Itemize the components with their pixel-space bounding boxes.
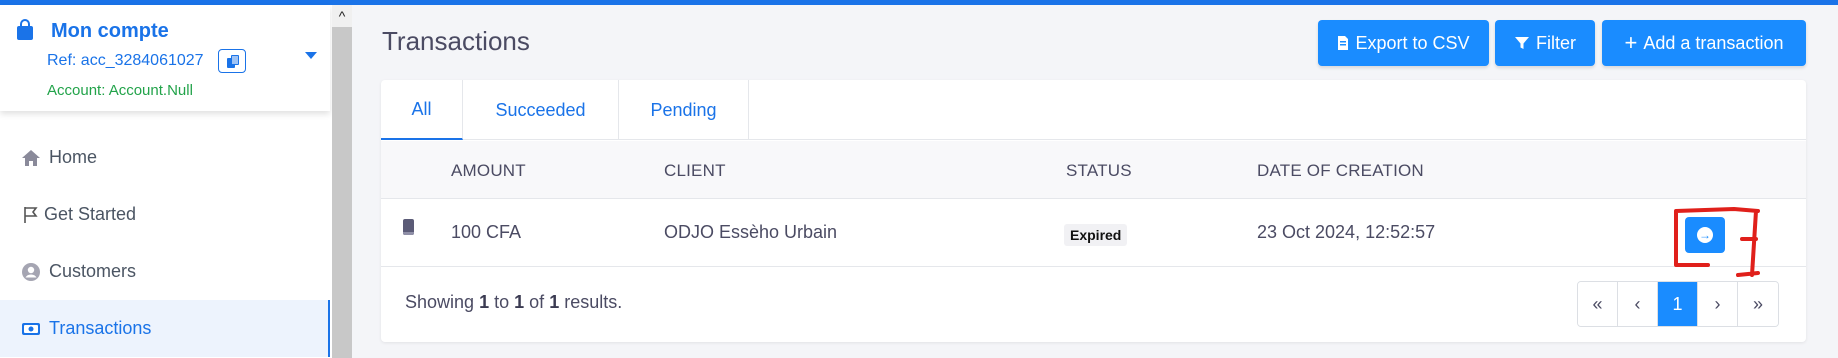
column-header-amount: AMOUNT — [451, 161, 526, 180]
add-transaction-button[interactable]: + Add a transaction — [1602, 20, 1806, 66]
sidebar-item-label: Home — [49, 147, 98, 167]
copy-ref-button[interactable] — [218, 49, 246, 73]
sidebar-item-label: Customers — [49, 261, 137, 281]
page-current-button[interactable]: 1 — [1658, 282, 1698, 326]
cell-date: 23 Oct 2024, 12:52:57 — [1257, 222, 1436, 242]
plus-icon: + — [1624, 30, 1638, 55]
user-icon — [20, 261, 42, 283]
file-icon — [1338, 36, 1349, 50]
flag-icon — [20, 204, 42, 226]
home-icon — [20, 147, 42, 169]
page-title: Transactions — [382, 26, 530, 56]
account-title: Mon compte — [51, 20, 169, 42]
sidebar: Mon compte Ref: acc_3284061027 Account: … — [0, 5, 332, 358]
cell-client: ODJO Essèho Urbain — [664, 222, 838, 242]
red-annotation-mark — [1674, 207, 1760, 277]
filter-icon — [1515, 37, 1529, 49]
sidebar-scrollbar[interactable] — [332, 5, 352, 358]
money-icon — [20, 318, 42, 340]
sidebar-item-transactions[interactable]: Transactions — [0, 300, 330, 357]
sidebar-item-label: Transactions — [49, 318, 152, 338]
tab-pending[interactable]: Pending — [619, 80, 749, 140]
transactions-card: All Succeeded Pending AMOUNT CLIENT STAT… — [381, 80, 1806, 342]
sidebar-item-home[interactable]: Home — [0, 129, 330, 186]
account-ref: Ref: acc_3284061027 — [47, 52, 204, 69]
scroll-up-arrow-icon[interactable]: ^ — [332, 5, 352, 27]
tabs-bar: All Succeeded Pending — [381, 80, 1806, 140]
account-status: Account: Account.Null — [47, 82, 193, 99]
page-next-button[interactable]: › — [1698, 282, 1738, 326]
export-label: Export to CSV — [1355, 32, 1470, 53]
table-row[interactable]: 100 CFA ODJO Essèho Urbain Expired 23 Oc… — [381, 200, 1806, 267]
sidebar-item-label: Get Started — [44, 204, 137, 224]
add-transaction-label: Add a transaction — [1643, 32, 1784, 53]
filter-button[interactable]: Filter — [1495, 20, 1595, 66]
column-header-client: CLIENT — [664, 161, 726, 180]
pagination: « ‹ 1 › » — [1577, 281, 1779, 327]
column-header-status: STATUS — [1066, 161, 1132, 180]
filter-label: Filter — [1536, 32, 1576, 53]
table-header: AMOUNT CLIENT STATUS DATE OF CREATION — [381, 141, 1806, 199]
status-badge: Expired — [1064, 224, 1128, 246]
account-switcher[interactable]: Mon compte Ref: acc_3284061027 Account: … — [0, 5, 330, 111]
cell-amount: 100 CFA — [451, 222, 522, 242]
column-header-date: DATE OF CREATION — [1257, 161, 1424, 180]
sidebar-item-customers[interactable]: Customers — [0, 243, 330, 300]
page-first-button[interactable]: « — [1578, 282, 1618, 326]
chevron-down-icon[interactable] — [305, 52, 317, 59]
results-summary: Showing 1 to 1 of 1 results. — [405, 292, 623, 312]
export-csv-button[interactable]: Export to CSV — [1318, 20, 1489, 66]
tab-all[interactable]: All — [381, 80, 463, 140]
sidebar-item-get-started[interactable]: Get Started — [0, 186, 330, 243]
phone-icon — [403, 219, 414, 235]
shopping-bag-icon — [17, 19, 33, 40]
page-prev-button[interactable]: ‹ — [1618, 282, 1658, 326]
tab-succeeded[interactable]: Succeeded — [463, 80, 619, 140]
page-last-button[interactable]: » — [1738, 282, 1778, 326]
